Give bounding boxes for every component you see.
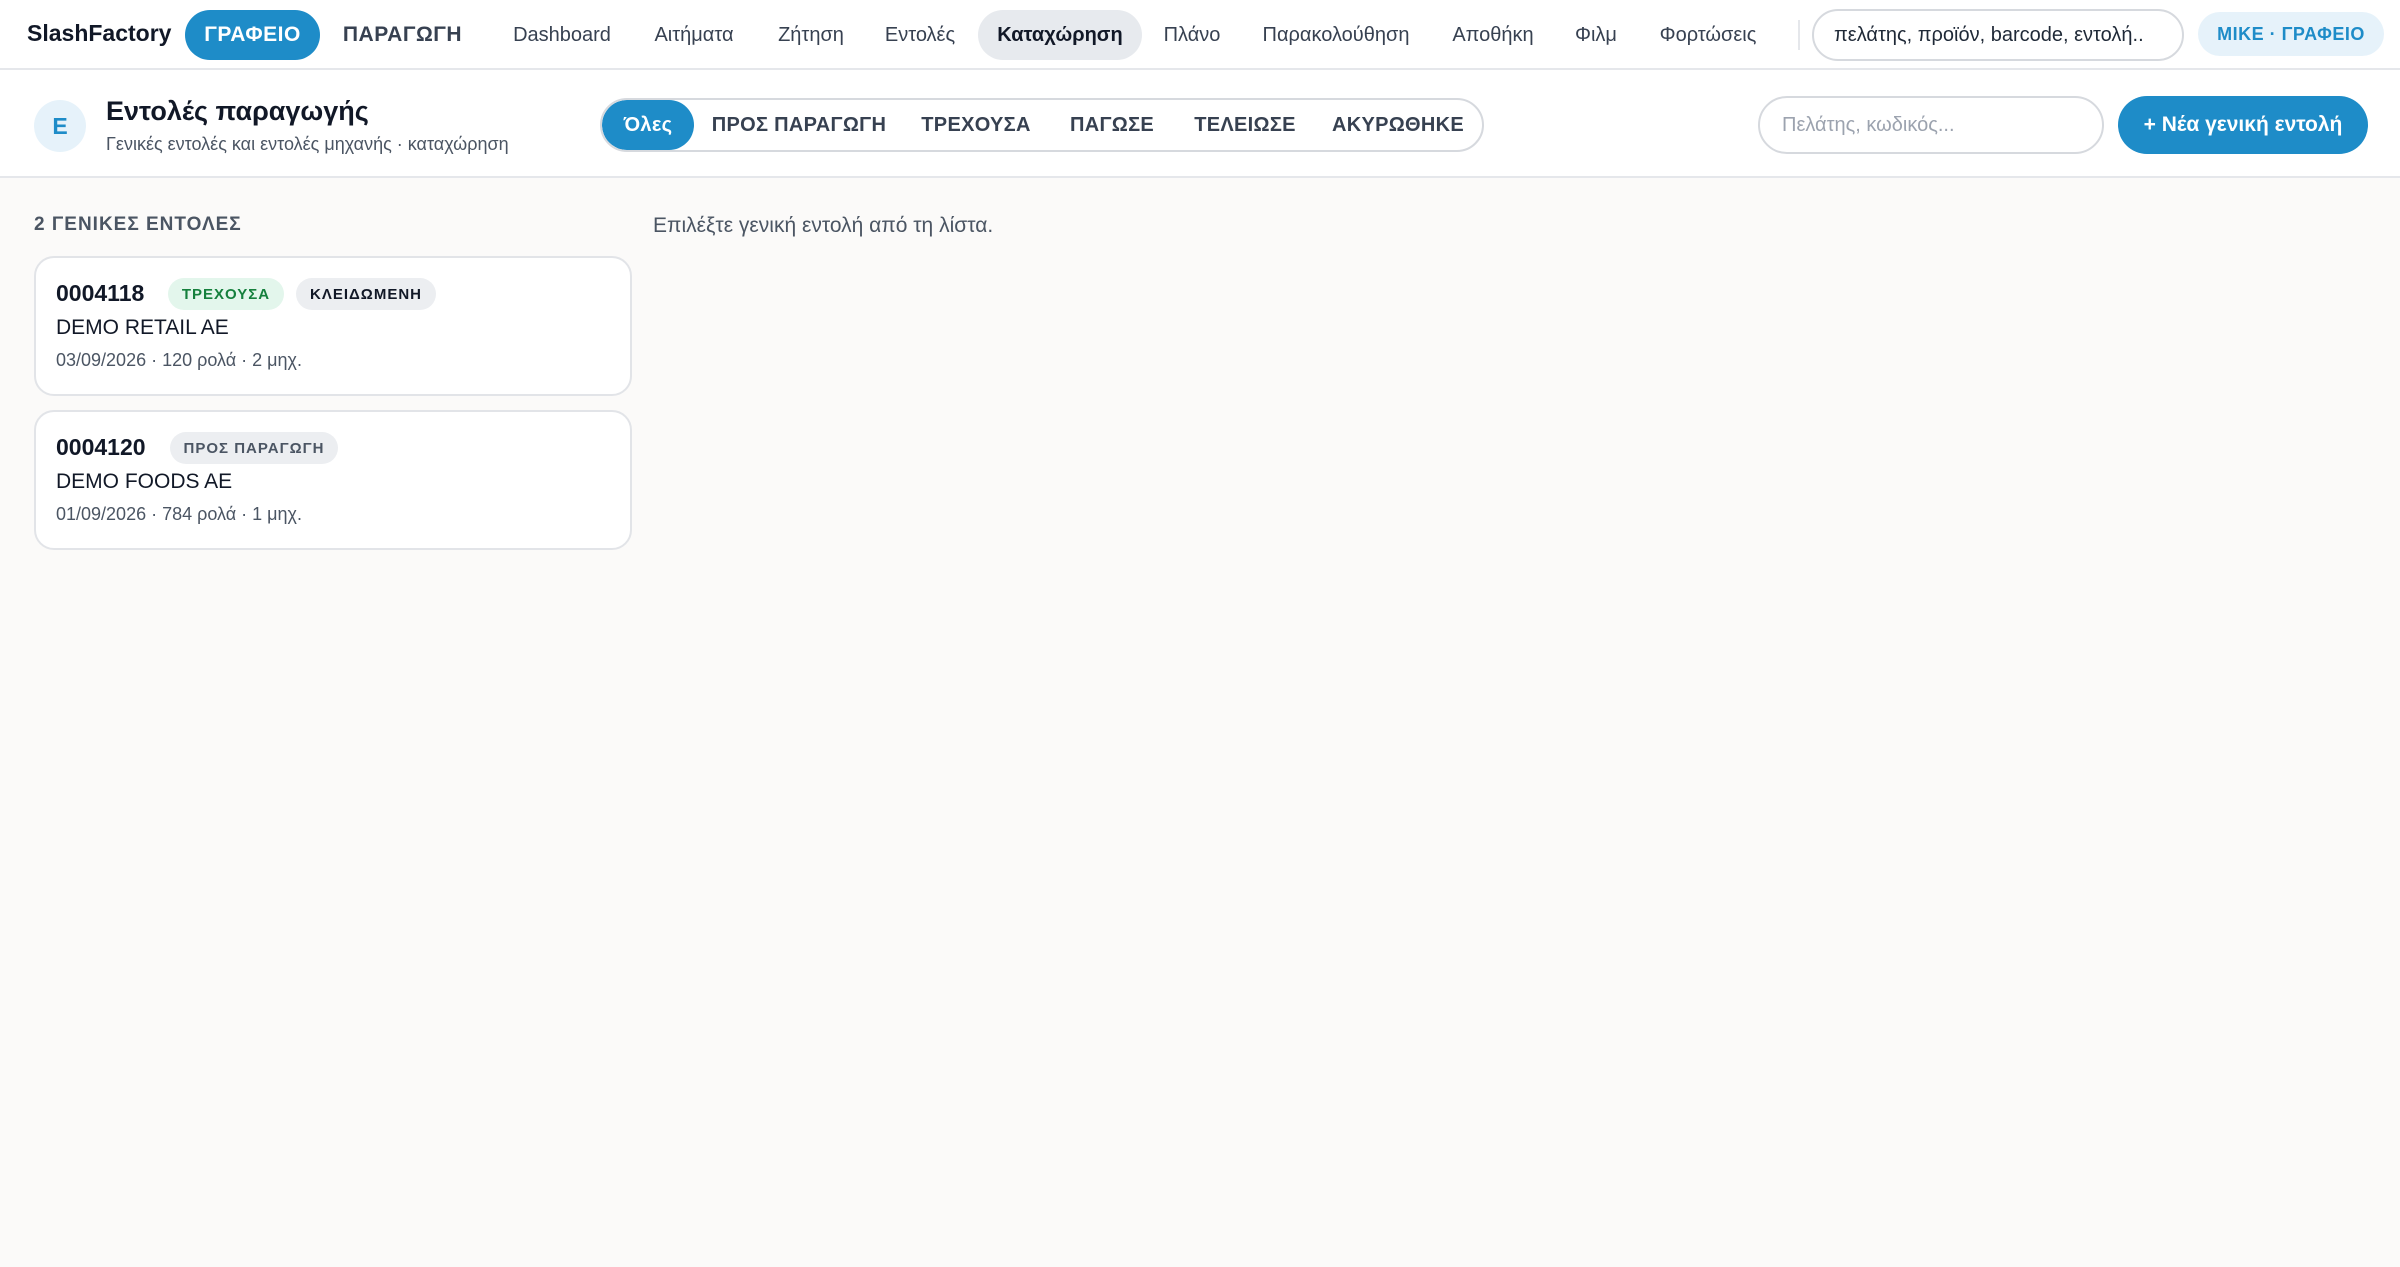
detail-empty-hint: Επιλέξτε γενική εντολή από τη λίστα. bbox=[653, 214, 994, 237]
page-avatar: E bbox=[34, 100, 86, 152]
user-chip[interactable]: MIKE · ΓΡΑΦΕΙΟ bbox=[2198, 12, 2384, 56]
nav-item-requests[interactable]: Αιτήματα bbox=[638, 10, 750, 60]
filter-finished[interactable]: ΤΕΛΕΙΩΣΕ bbox=[1176, 100, 1314, 150]
order-meta: 01/09/2026 · 784 ρολά · 1 μηχ. bbox=[56, 504, 302, 524]
nav-item-plan[interactable]: Πλάνο bbox=[1152, 10, 1232, 60]
mode-production-button[interactable]: ΠΑΡΑΓΩΓΗ bbox=[330, 10, 475, 60]
status-filter-group: Όλες ΠΡΟΣ ΠΑΡΑΓΩΓΗ ΤΡΕΧΟΥΣΑ ΠΑΓΩΣΕ ΤΕΛΕΙ… bbox=[600, 98, 1484, 152]
filter-to-production[interactable]: ΠΡΟΣ ΠΑΡΑΓΩΓΗ bbox=[694, 100, 904, 150]
nav-item-entry[interactable]: Καταχώρηση bbox=[978, 10, 1142, 60]
page-header: E Εντολές παραγωγής Γενικές εντολές και … bbox=[0, 70, 2400, 178]
page-title: Εντολές παραγωγής bbox=[106, 96, 369, 126]
nav-item-dashboard[interactable]: Dashboard bbox=[498, 10, 626, 60]
order-meta: 03/09/2026 · 120 ρολά · 2 μηχ. bbox=[56, 350, 302, 370]
status-badge: ΤΡΕΧΟΥΣΑ bbox=[168, 278, 284, 310]
filter-cancelled[interactable]: ΑΚΥΡΩΘΗΚΕ bbox=[1314, 100, 1482, 150]
order-customer: DEMO FOODS AE bbox=[56, 470, 233, 493]
locked-badge: ΚΛΕΙΔΩΜΕΝΗ bbox=[296, 278, 436, 310]
order-search-input[interactable] bbox=[1758, 96, 2104, 154]
page-subtitle: Γενικές εντολές και εντολές μηχανής · κα… bbox=[106, 134, 509, 154]
brand-logo[interactable]: SlashFactory bbox=[27, 20, 171, 47]
mode-office-button[interactable]: ΓΡΑΦΕΙΟ bbox=[185, 10, 320, 60]
filter-running[interactable]: ΤΡΕΧΟΥΣΑ bbox=[904, 100, 1048, 150]
order-card[interactable]: 0004120 ΠΡΟΣ ΠΑΡΑΓΩΓΗ DEMO FOODS AE 01/0… bbox=[34, 410, 632, 550]
order-customer: DEMO RETAIL AE bbox=[56, 316, 229, 339]
order-card[interactable]: 0004118 ΤΡΕΧΟΥΣΑ ΚΛΕΙΔΩΜΕΝΗ DEMO RETAIL … bbox=[34, 256, 632, 396]
new-general-order-button[interactable]: + Νέα γενική εντολή bbox=[2118, 96, 2368, 154]
order-code: 0004120 bbox=[56, 434, 146, 460]
nav-item-warehouse[interactable]: Αποθήκη bbox=[1438, 10, 1548, 60]
order-list-heading: 2 ΓΕΝΙΚΕΣ ΕΝΤΟΛΕΣ bbox=[34, 214, 242, 235]
nav-item-monitoring[interactable]: Παρακολούθηση bbox=[1246, 10, 1426, 60]
status-badge: ΠΡΟΣ ΠΑΡΑΓΩΓΗ bbox=[170, 432, 338, 464]
global-search-input[interactable] bbox=[1812, 9, 2184, 61]
filter-all[interactable]: Όλες bbox=[602, 100, 694, 150]
order-code: 0004118 bbox=[56, 280, 145, 306]
nav-item-orders[interactable]: Εντολές bbox=[872, 10, 968, 60]
nav-item-shipments[interactable]: Φορτώσεις bbox=[1644, 10, 1772, 60]
top-navbar: SlashFactory ΓΡΑΦΕΙΟ ΠΑΡΑΓΩΓΗ Dashboard … bbox=[0, 0, 2400, 70]
nav-divider bbox=[1798, 20, 1800, 50]
nav-item-film[interactable]: Φιλμ bbox=[1560, 10, 1632, 60]
nav-item-demand[interactable]: Ζήτηση bbox=[762, 10, 860, 60]
filter-frozen[interactable]: ΠΑΓΩΣΕ bbox=[1048, 100, 1176, 150]
